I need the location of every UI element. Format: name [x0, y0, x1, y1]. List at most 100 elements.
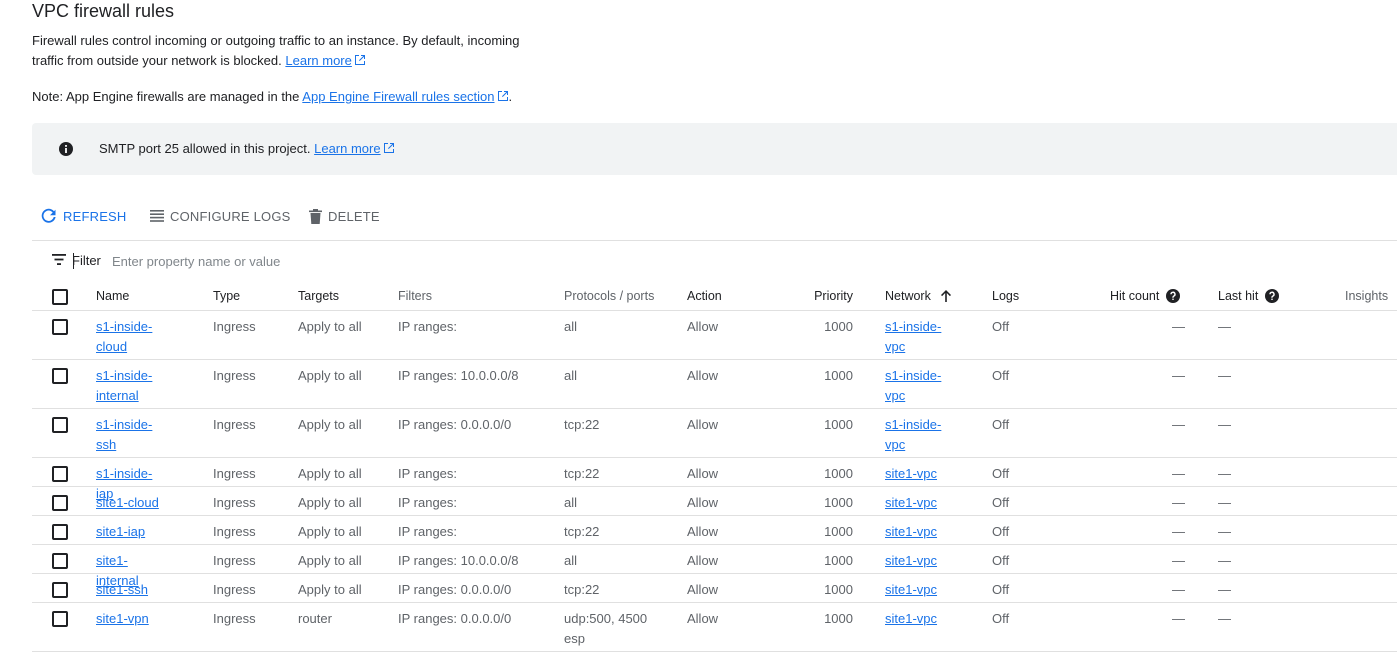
filters-cell: IP ranges:	[398, 319, 458, 334]
network-link[interactable]: s1-inside-vpc	[885, 417, 941, 452]
network-link[interactable]: s1-inside-vpc	[885, 319, 941, 354]
column-header-last-hit[interactable]: Last hit	[1218, 288, 1280, 304]
configure-logs-button[interactable]: CONFIGURE LOGS	[150, 200, 291, 232]
column-header-targets[interactable]: Targets	[298, 288, 339, 304]
rule-name-cell: s1-inside-internal	[96, 366, 166, 406]
rule-name-cell: site1-iap	[96, 522, 166, 542]
logs-cell: Off	[992, 611, 1010, 626]
rule-name-link[interactable]: s1-inside-internal	[96, 368, 152, 403]
table-row: site1-vpn Ingress router IP ranges: 0.0.0.0…	[32, 603, 1397, 652]
network-link[interactable]: site1-vpc	[885, 466, 937, 481]
select-all-checkbox[interactable]	[52, 289, 68, 305]
network-link[interactable]: s1-inside-vpc	[885, 368, 941, 403]
last-hit-header-label: Last hit	[1218, 289, 1259, 303]
column-header-network[interactable]: Network	[885, 288, 953, 304]
row-checkbox[interactable]	[52, 319, 68, 335]
refresh-button[interactable]: REFRESH	[41, 200, 127, 232]
table-row: s1-inside-cloud Ingress Apply to all IP ran…	[32, 311, 1397, 360]
last-hit-cell: —	[1218, 582, 1231, 597]
firewall-rules-page: VPC firewall rules Firewall rules contro…	[0, 0, 1397, 652]
network-link[interactable]: site1-vpc	[885, 611, 937, 626]
note-suffix: .	[508, 89, 513, 104]
row-checkbox[interactable]	[52, 368, 68, 384]
network-link[interactable]: site1-vpc	[885, 495, 937, 510]
rule-name-link[interactable]: s1-inside-ssh	[96, 417, 152, 452]
type-cell: Ingress	[213, 553, 256, 568]
page-title: VPC firewall rules	[32, 1, 175, 21]
filters-cell: IP ranges:	[398, 466, 458, 481]
info-icon	[59, 142, 73, 156]
list-icon	[150, 210, 164, 222]
rule-name-cell: site1-vpn	[96, 609, 166, 629]
logs-cell: Off	[992, 524, 1010, 539]
network-link[interactable]: site1-vpc	[885, 553, 937, 568]
targets-cell: Apply to all	[298, 319, 362, 334]
filter-icon[interactable]	[52, 254, 66, 266]
smtp-info-banner: SMTP port 25 allowed in this project. Le…	[32, 123, 1397, 175]
network-link[interactable]: site1-vpc	[885, 524, 937, 539]
filter-input[interactable]	[112, 250, 512, 272]
hit-count-header-label: Hit count	[1110, 289, 1160, 303]
filters-cell: IP ranges: 0.0.0.0/0	[398, 417, 512, 432]
priority-cell: 1000	[824, 417, 853, 432]
column-header-protocols: Protocols / ports	[564, 289, 655, 303]
action-cell: Allow	[687, 553, 719, 568]
row-checkbox[interactable]	[52, 611, 68, 627]
rule-name-link[interactable]: site1-cloud	[96, 495, 159, 510]
refresh-icon	[41, 208, 56, 223]
row-checkbox[interactable]	[52, 466, 68, 482]
rule-name-link[interactable]: site1-ssh	[96, 582, 148, 597]
help-icon[interactable]	[1166, 289, 1181, 303]
protocols-cell: tcp:22	[564, 417, 600, 432]
filters-cell: IP ranges: 0.0.0.0/0	[398, 582, 512, 597]
trash-icon	[309, 208, 322, 224]
app-engine-firewall-link[interactable]: App Engine Firewall rules section	[302, 89, 494, 104]
targets-cell: Apply to all	[298, 495, 362, 510]
rule-name-link[interactable]: site1-iap	[96, 524, 145, 539]
row-checkbox[interactable]	[52, 524, 68, 540]
hit-count-cell: —	[1172, 524, 1185, 539]
row-checkbox[interactable]	[52, 417, 68, 433]
table-row: site1-ssh Ingress Apply to all IP ranges: 0…	[32, 574, 1397, 603]
row-checkbox[interactable]	[52, 553, 68, 569]
banner-message: SMTP port 25 allowed in this project.	[99, 141, 311, 156]
rule-name-cell: site1-cloud	[96, 493, 166, 513]
network-link[interactable]: site1-vpc	[885, 582, 937, 597]
row-checkbox[interactable]	[52, 495, 68, 511]
targets-cell: router	[298, 611, 332, 626]
rule-name-link[interactable]: site1-vpn	[96, 611, 149, 626]
last-hit-cell: —	[1218, 495, 1231, 510]
protocols-cell: udp:500, 4500 esp	[564, 611, 648, 646]
protocols-cell: tcp:22	[564, 582, 600, 597]
learn-more-link[interactable]: Learn more	[285, 53, 365, 68]
column-header-priority[interactable]: Priority	[802, 288, 853, 304]
protocols-cell: all	[564, 495, 578, 510]
delete-label: DELETE	[328, 208, 380, 224]
column-header-name[interactable]: Name	[96, 288, 166, 304]
targets-cell: Apply to all	[298, 466, 362, 481]
network-cell: site1-vpc	[885, 580, 955, 600]
priority-cell: 1000	[824, 524, 853, 539]
delete-button[interactable]: DELETE	[309, 200, 380, 232]
type-cell: Ingress	[213, 611, 256, 626]
network-header-label: Network	[885, 289, 931, 303]
priority-cell: 1000	[824, 611, 853, 626]
type-cell: Ingress	[213, 319, 256, 334]
row-checkbox[interactable]	[52, 582, 68, 598]
help-icon[interactable]	[1265, 289, 1280, 303]
column-header-action[interactable]: Action	[687, 288, 722, 304]
priority-cell: 1000	[824, 553, 853, 568]
rule-name-link[interactable]: s1-inside-cloud	[96, 319, 152, 354]
column-header-logs[interactable]: Logs	[992, 288, 1019, 304]
last-hit-cell: —	[1218, 466, 1231, 481]
banner-learn-more-link[interactable]: Learn more	[314, 141, 380, 156]
network-cell: s1-inside-vpc	[885, 366, 955, 406]
firewall-rules-table: Name Type Targets Filters Protocols / po…	[32, 281, 1397, 652]
targets-cell: Apply to all	[298, 368, 362, 383]
hit-count-cell: —	[1172, 417, 1185, 432]
targets-cell: Apply to all	[298, 417, 362, 432]
arrow-up-icon	[940, 290, 951, 302]
column-header-hit-count[interactable]: Hit count	[1110, 288, 1181, 304]
column-header-type[interactable]: Type	[213, 288, 240, 304]
table-row: s1-inside-ssh Ingress Apply to all IP range…	[32, 409, 1397, 458]
